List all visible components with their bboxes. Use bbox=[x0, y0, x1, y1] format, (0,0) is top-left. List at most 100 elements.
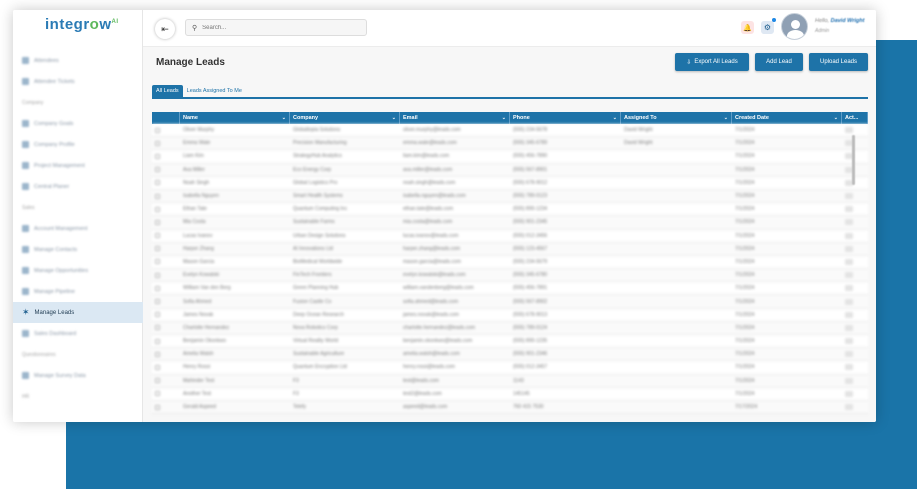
sidebar-item[interactable]: Manage Survey Data bbox=[13, 365, 143, 386]
table-row[interactable]: Isabella Nguyen Smart Health Systems isabe… bbox=[152, 189, 868, 204]
row-checkbox[interactable] bbox=[155, 127, 160, 133]
row-select-cell[interactable] bbox=[152, 150, 180, 162]
row-checkbox[interactable] bbox=[155, 272, 160, 278]
sidebar-item[interactable]: Account Management bbox=[13, 218, 143, 239]
table-row[interactable]: Harper Zhang AI Innovations Ltd harper.zha… bbox=[152, 242, 868, 256]
row-actions-cell[interactable] bbox=[842, 388, 868, 400]
table-scrollbar[interactable] bbox=[852, 135, 855, 185]
row-checkbox[interactable] bbox=[155, 246, 160, 252]
actions-icon[interactable] bbox=[845, 404, 853, 411]
row-checkbox[interactable] bbox=[155, 193, 160, 199]
row-checkbox[interactable] bbox=[155, 338, 160, 344]
row-actions-cell[interactable] bbox=[842, 295, 868, 307]
actions-icon[interactable] bbox=[845, 351, 853, 358]
row-actions-cell[interactable] bbox=[842, 256, 868, 268]
actions-icon[interactable] bbox=[845, 272, 853, 279]
table-row[interactable]: Ava Miller Eco Energy Corp ava.miller@lead… bbox=[152, 163, 868, 177]
row-checkbox[interactable] bbox=[155, 312, 160, 318]
row-actions-cell[interactable] bbox=[842, 282, 868, 294]
row-actions-cell[interactable] bbox=[842, 269, 868, 281]
row-actions-cell[interactable] bbox=[842, 243, 868, 255]
sidebar-item[interactable]: Attendees bbox=[13, 50, 143, 71]
table-row[interactable]: Gerald Aspeed Telefy aspeed@leads.com 760 4… bbox=[152, 400, 868, 415]
row-actions-cell[interactable] bbox=[842, 150, 868, 162]
row-actions-cell[interactable] bbox=[842, 124, 868, 136]
row-checkbox[interactable] bbox=[155, 206, 160, 212]
row-select-cell[interactable] bbox=[152, 230, 180, 242]
avatar[interactable] bbox=[781, 13, 808, 40]
settings-button[interactable]: ⚙ bbox=[761, 21, 774, 34]
row-checkbox[interactable] bbox=[155, 180, 160, 186]
row-select-cell[interactable] bbox=[152, 256, 180, 268]
table-row[interactable]: Noah Singh Global Logistics Pro noah.singh… bbox=[152, 176, 868, 190]
row-actions-cell[interactable] bbox=[842, 190, 868, 202]
column-header[interactable]: Phone ⌄ bbox=[510, 112, 621, 124]
row-checkbox[interactable] bbox=[155, 153, 160, 159]
row-select-cell[interactable] bbox=[152, 348, 180, 360]
row-select-cell[interactable] bbox=[152, 335, 180, 347]
actions-icon[interactable] bbox=[845, 377, 853, 384]
menu-toggle-button[interactable]: ⇤ bbox=[155, 19, 175, 39]
sidebar-item[interactable]: Manage Pipeline bbox=[13, 281, 143, 302]
row-actions-cell[interactable] bbox=[842, 230, 868, 242]
table-row[interactable]: Sofia Ahmed Fusion Castle Co sofia.ahmed@l… bbox=[152, 295, 868, 309]
row-checkbox[interactable] bbox=[155, 351, 160, 357]
tab-leads-assigned-to-me[interactable]: Leads Assigned To Me bbox=[183, 85, 246, 97]
row-actions-cell[interactable] bbox=[842, 203, 868, 215]
row-select-cell[interactable] bbox=[152, 243, 180, 255]
row-select-cell[interactable] bbox=[152, 401, 180, 413]
row-checkbox[interactable] bbox=[155, 285, 160, 291]
table-row[interactable]: Mia Costa Sustainable Farms mia.costa@lead… bbox=[152, 216, 868, 230]
table-row[interactable]: Lucas Ivanov Urban Design Solutions lucas.… bbox=[152, 229, 868, 243]
table-row[interactable]: Mahinder Test F3 test@leads.com 1143 7/1/202… bbox=[152, 374, 868, 388]
table-row[interactable]: Ethan Tate Quantum Computing Inc ethan.tat… bbox=[152, 203, 868, 217]
row-checkbox[interactable] bbox=[155, 140, 160, 146]
row-actions-cell[interactable] bbox=[842, 375, 868, 387]
row-actions-cell[interactable] bbox=[842, 164, 868, 176]
row-select-cell[interactable] bbox=[152, 309, 180, 321]
row-select-cell[interactable] bbox=[152, 203, 180, 215]
notification-button[interactable]: 🔔 bbox=[741, 21, 754, 34]
sidebar-item[interactable]: Company Profile bbox=[13, 134, 143, 155]
row-checkbox[interactable] bbox=[155, 233, 160, 239]
sidebar-item[interactable]: Manage Opportunities bbox=[13, 260, 143, 281]
row-checkbox[interactable] bbox=[155, 259, 160, 265]
actions-icon[interactable] bbox=[845, 245, 853, 252]
row-checkbox[interactable] bbox=[155, 364, 160, 370]
table-row[interactable]: Charlotte Hernandez Nova Robotics Corp cha… bbox=[152, 321, 868, 335]
sidebar-item[interactable]: Attendee Tickets bbox=[13, 71, 143, 92]
row-select-cell[interactable] bbox=[152, 375, 180, 387]
row-select-cell[interactable] bbox=[152, 269, 180, 281]
sidebar-item[interactable]: Manage Contacts bbox=[13, 239, 143, 260]
actions-icon[interactable] bbox=[845, 258, 853, 265]
row-select-cell[interactable] bbox=[152, 295, 180, 307]
row-checkbox[interactable] bbox=[155, 219, 160, 225]
column-header[interactable]: Email ⌄ bbox=[400, 112, 510, 124]
table-row[interactable]: Amelia Walsh Sustainable Agriculture ameli… bbox=[152, 348, 868, 362]
row-checkbox[interactable] bbox=[155, 404, 160, 410]
row-select-cell[interactable] bbox=[152, 190, 180, 202]
row-actions-cell[interactable] bbox=[842, 361, 868, 373]
sidebar-item[interactable]: Sales Dashboard bbox=[13, 323, 143, 344]
table-row[interactable]: Oliver Murphy Globaltopia Solutions oliver… bbox=[152, 124, 868, 138]
row-checkbox[interactable] bbox=[155, 325, 160, 331]
row-select-cell[interactable] bbox=[152, 322, 180, 334]
row-actions-cell[interactable] bbox=[842, 177, 868, 189]
sidebar-item[interactable]: ✶ Manage Leads bbox=[13, 302, 143, 323]
actions-icon[interactable] bbox=[845, 127, 853, 134]
row-select-cell[interactable] bbox=[152, 282, 180, 294]
row-checkbox[interactable] bbox=[155, 167, 160, 173]
table-row[interactable]: Henry Rossi Quantum Encryption Ltd henry.r… bbox=[152, 361, 868, 375]
search-box[interactable]: ⚲ bbox=[185, 19, 367, 36]
row-checkbox[interactable] bbox=[155, 299, 160, 305]
search-input[interactable] bbox=[202, 24, 363, 31]
row-actions-cell[interactable] bbox=[842, 401, 868, 413]
row-select-cell[interactable] bbox=[152, 124, 180, 136]
chevron-down-icon[interactable]: ⌄ bbox=[282, 115, 286, 121]
actions-icon[interactable] bbox=[845, 219, 853, 226]
chevron-down-icon[interactable]: ⌄ bbox=[613, 115, 617, 121]
actions-icon[interactable] bbox=[845, 193, 853, 200]
row-actions-cell[interactable] bbox=[842, 322, 868, 334]
row-select-cell[interactable] bbox=[152, 361, 180, 373]
table-row[interactable]: William Van den Berg Green Planning Hub wi… bbox=[152, 282, 868, 296]
